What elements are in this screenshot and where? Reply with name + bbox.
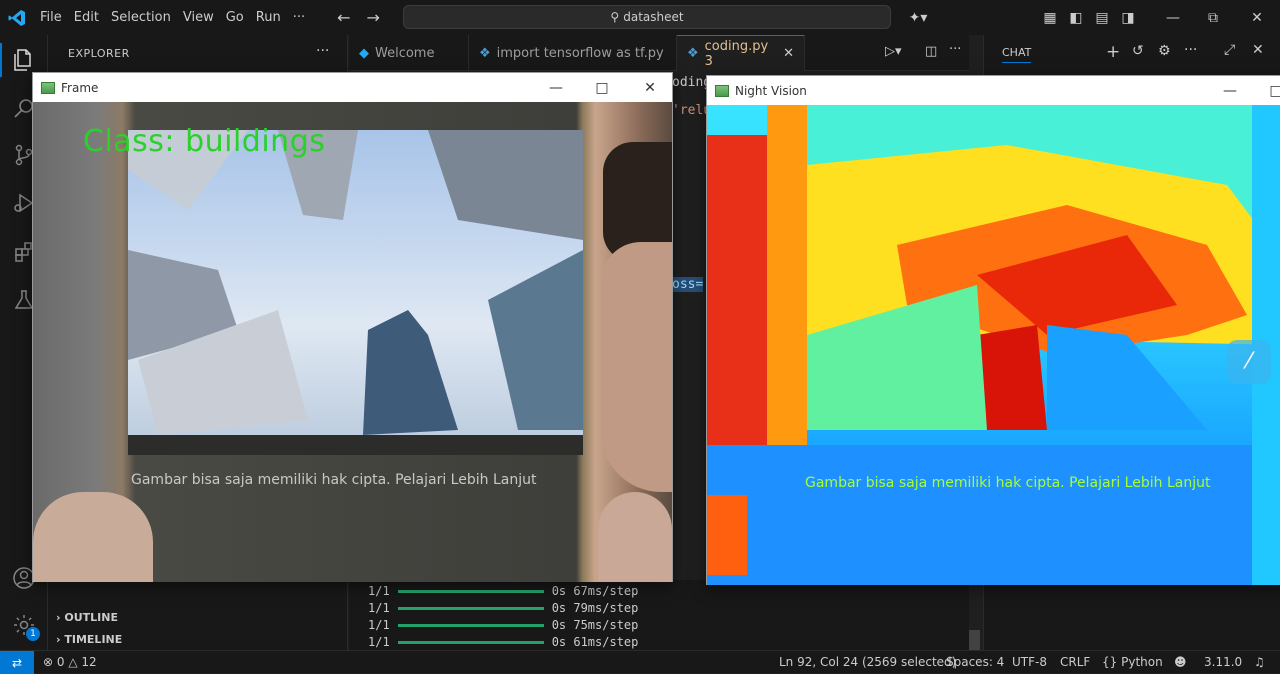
status-bar: ⇄ ⊗ 0 △ 12 Ln 92, Col 24 (2569 selected)…	[0, 650, 1280, 674]
chat-more-icon[interactable]: ···	[1184, 42, 1197, 58]
notifications-bell-icon[interactable]: ♫	[1254, 655, 1265, 669]
toggle-panel-icon[interactable]: ▤	[1092, 0, 1112, 35]
image-caption: Gambar bisa saja memiliki hak cipta. Pel…	[131, 472, 537, 488]
cursor-position[interactable]: Ln 92, Col 24 (2569 selected)	[779, 655, 956, 669]
right-thumb	[598, 492, 672, 582]
night-vision-window[interactable]: Night Vision — □ Gambar bisa saja memili…	[706, 75, 1280, 585]
terminal-line: 1/1 0s 67ms/step	[368, 584, 639, 598]
toggle-secondary-sidebar-icon[interactable]: ◨	[1118, 0, 1138, 35]
close-tab-icon[interactable]: ✕	[783, 46, 794, 61]
copilot-status-icon[interactable]: ☻	[1174, 655, 1187, 669]
manage-gear-icon[interactable]	[0, 605, 48, 645]
outline-section[interactable]: › OUTLINE	[56, 611, 118, 624]
menu-go[interactable]: Go	[220, 0, 250, 35]
window-app-icon	[41, 81, 55, 94]
maximize-icon[interactable]: □	[579, 73, 625, 102]
terminal-line: 1/1 0s 79ms/step	[368, 601, 639, 615]
settings-gear-icon[interactable]: ⚙	[1158, 43, 1171, 59]
camera-frame-image: Class: buildings Gambar bisa saja memili…	[33, 102, 672, 582]
vscode-tab-icon: ◆	[359, 45, 369, 61]
python-version[interactable]: 3.11.0	[1204, 655, 1242, 669]
menu-edit[interactable]: Edit	[68, 0, 105, 35]
tab-label: coding.py 3	[704, 38, 769, 69]
braces-icon: {}	[1102, 655, 1118, 669]
language-mode[interactable]: {} Python	[1102, 655, 1163, 669]
maximize-icon[interactable]: ⤢	[1224, 42, 1235, 58]
frame-title-bar[interactable]: Frame — □ ✕	[33, 73, 672, 102]
search-icon: ⚲	[610, 10, 620, 24]
python-file-icon: ❖	[479, 45, 491, 61]
image-caption: Gambar bisa saja memiliki hak cipta. Pel…	[805, 475, 1211, 491]
customize-layout-icon[interactable]: ▦	[1040, 0, 1060, 35]
buildings-illustration	[128, 130, 583, 455]
night-vision-image: Gambar bisa saja memiliki hak cipta. Pel…	[707, 105, 1280, 585]
chat-title[interactable]: CHAT	[1002, 46, 1032, 63]
tab-welcome[interactable]: ◆ Welcome	[349, 35, 469, 71]
terminal-panel[interactable]: 1/1 0s 67ms/step 1/1 0s 79ms/step 1/1 0s 75…	[349, 580, 969, 650]
notification-badge: 1	[26, 627, 40, 641]
run-file-icon[interactable]: ▷▾	[885, 44, 902, 59]
menu-view[interactable]: View	[177, 0, 220, 35]
minimize-icon[interactable]: —	[533, 73, 579, 102]
progress-bar	[397, 641, 544, 644]
vscode-logo-icon	[0, 0, 34, 35]
terminal-line: 1/1 0s 61ms/step	[368, 635, 639, 649]
menu-selection[interactable]: Selection	[105, 0, 177, 35]
menu-run[interactable]: Run	[250, 0, 287, 35]
menu-more[interactable]: ···	[287, 0, 311, 35]
scrollbar-thumb[interactable]	[968, 630, 980, 650]
split-editor-icon[interactable]: ◫	[925, 44, 937, 59]
back-arrow-icon[interactable]: ←	[329, 8, 358, 27]
editor-tabs: ◆ Welcome ❖ import tensorflow as tf.py ❖…	[349, 35, 969, 71]
problems-indicator[interactable]: ⊗ 0 △ 12	[43, 655, 97, 669]
copilot-icon[interactable]: ✦▾	[903, 0, 933, 35]
toggle-sidebar-icon[interactable]: ◧	[1066, 0, 1086, 35]
close-chat-icon[interactable]: ✕	[1252, 42, 1264, 58]
restore-icon[interactable]: ⧉	[1190, 0, 1236, 35]
menu-file[interactable]: File	[34, 0, 68, 35]
window-app-icon	[715, 84, 729, 97]
editor-more-icon[interactable]: ···	[949, 42, 961, 57]
nightvision-title-bar[interactable]: Night Vision — □	[707, 76, 1280, 105]
terminal-line: 1/1 0s 75ms/step	[368, 618, 639, 632]
floating-widget-icon[interactable]: ⁄	[1227, 340, 1271, 384]
error-icon: ⊗	[43, 655, 54, 669]
sidebar-more-icon[interactable]: ···	[316, 43, 329, 59]
search-text: datasheet	[623, 10, 684, 24]
minimize-icon[interactable]: —	[1207, 76, 1253, 105]
sidebar-title: EXPLORER	[68, 47, 130, 60]
progress-bar	[397, 590, 544, 593]
left-thumb	[33, 492, 153, 582]
history-icon[interactable]: ↺	[1132, 43, 1144, 59]
tab-import-tensorflow[interactable]: ❖ import tensorflow as tf.py	[469, 35, 677, 71]
indentation[interactable]: Spaces: 4	[946, 655, 1004, 669]
nightvision-title: Night Vision	[735, 83, 807, 98]
title-bar: File Edit Selection View Go Run ··· ← → …	[0, 0, 1280, 35]
close-icon[interactable]: ✕	[1234, 0, 1280, 35]
command-center-search[interactable]: ⚲ datasheet	[403, 5, 891, 29]
timeline-section[interactable]: › TIMELINE	[56, 633, 122, 646]
person-face	[601, 242, 672, 492]
warning-icon: △	[68, 655, 78, 669]
python-file-icon: ❖	[687, 46, 699, 61]
new-chat-icon[interactable]: +	[1106, 42, 1120, 62]
frame-title: Frame	[61, 80, 99, 95]
encoding[interactable]: UTF-8	[1012, 655, 1047, 669]
class-label: Class: buildings	[83, 124, 326, 159]
maximize-icon[interactable]: □	[1253, 76, 1280, 105]
remote-indicator-icon[interactable]: ⇄	[0, 651, 34, 674]
heatmap-illustration	[707, 105, 1280, 585]
progress-bar	[397, 624, 544, 627]
close-icon[interactable]: ✕	[627, 73, 673, 102]
tab-label: Welcome	[375, 45, 435, 61]
frame-window[interactable]: Frame — □ ✕ Class: buildings Gambar bisa…	[32, 72, 673, 582]
forward-arrow-icon[interactable]: →	[359, 8, 388, 27]
code-fragment: oss=	[672, 277, 704, 292]
tab-coding-py[interactable]: ❖ coding.py 3 ✕	[677, 35, 805, 71]
progress-bar	[397, 607, 544, 610]
tab-label: import tensorflow as tf.py	[496, 45, 664, 61]
end-of-line[interactable]: CRLF	[1060, 655, 1090, 669]
